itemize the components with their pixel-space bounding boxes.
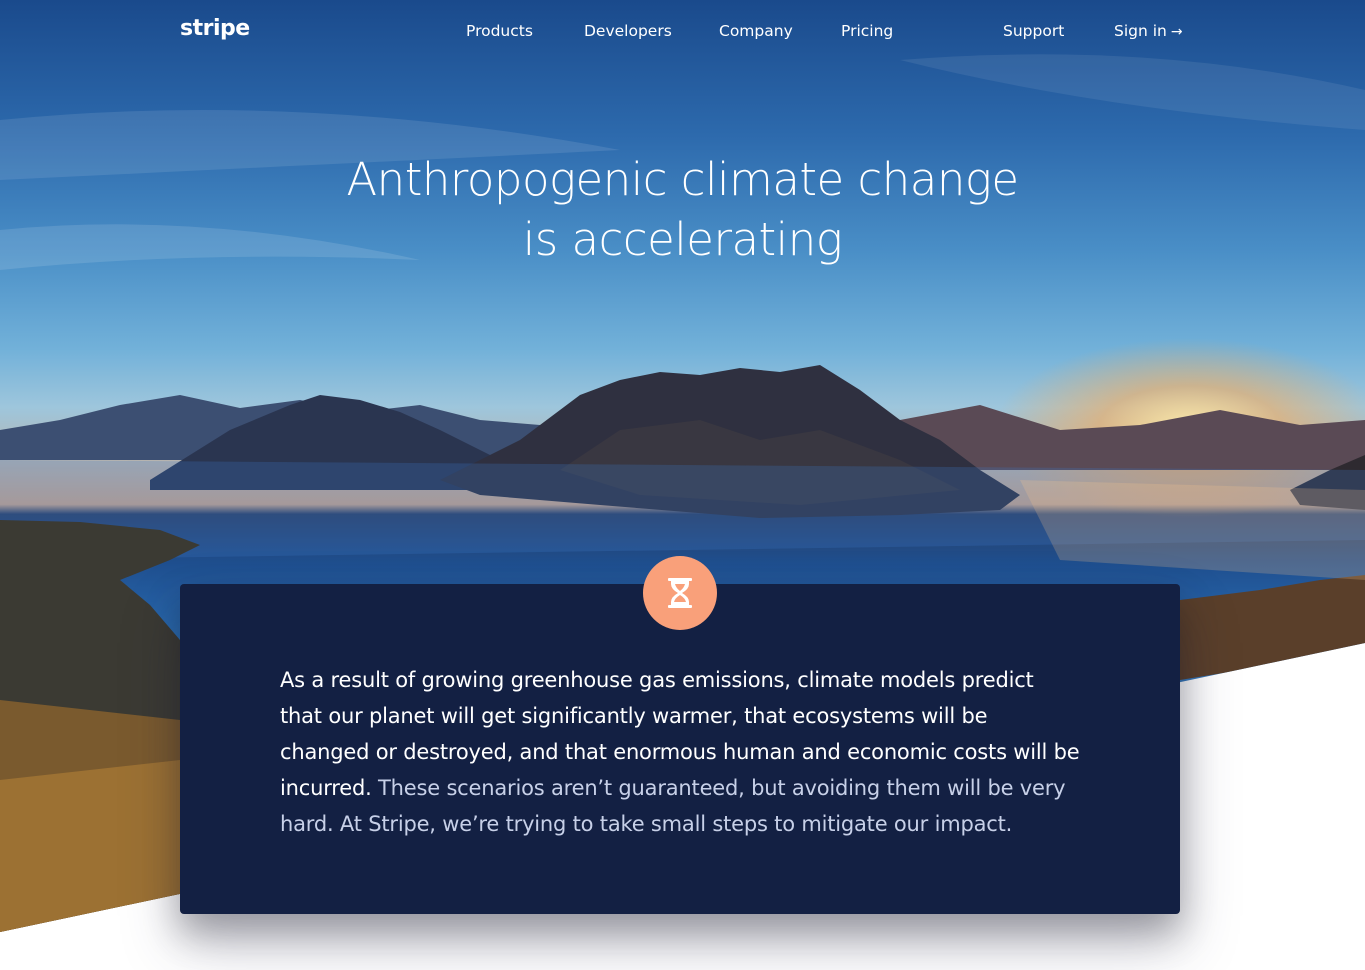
stripe-logo[interactable]: stripe xyxy=(180,16,250,41)
climate-info-card: As a result of growing greenhouse gas em… xyxy=(180,584,1180,914)
nav-link-signin[interactable]: Sign in → xyxy=(1114,22,1183,40)
page-title: Anthropogenic climate change is accelera… xyxy=(0,150,1365,270)
nav-link-support[interactable]: Support xyxy=(1003,22,1064,40)
nav-link-developers[interactable]: Developers xyxy=(584,22,672,40)
top-navigation: stripe Products Developers Company Prici… xyxy=(0,0,1365,64)
nav-link-company[interactable]: Company xyxy=(719,22,793,40)
signin-label: Sign in xyxy=(1114,22,1167,40)
title-line-1: Anthropogenic climate change xyxy=(346,153,1019,206)
hourglass-icon xyxy=(643,556,717,630)
card-paragraph: As a result of growing greenhouse gas em… xyxy=(280,662,1080,842)
arrow-right-icon: → xyxy=(1170,24,1183,40)
nav-link-products[interactable]: Products xyxy=(466,22,533,40)
title-line-2: is accelerating xyxy=(522,213,843,266)
nav-link-pricing[interactable]: Pricing xyxy=(841,22,893,40)
card-text-secondary: These scenarios aren’t guaranteed, but a… xyxy=(280,776,1066,836)
